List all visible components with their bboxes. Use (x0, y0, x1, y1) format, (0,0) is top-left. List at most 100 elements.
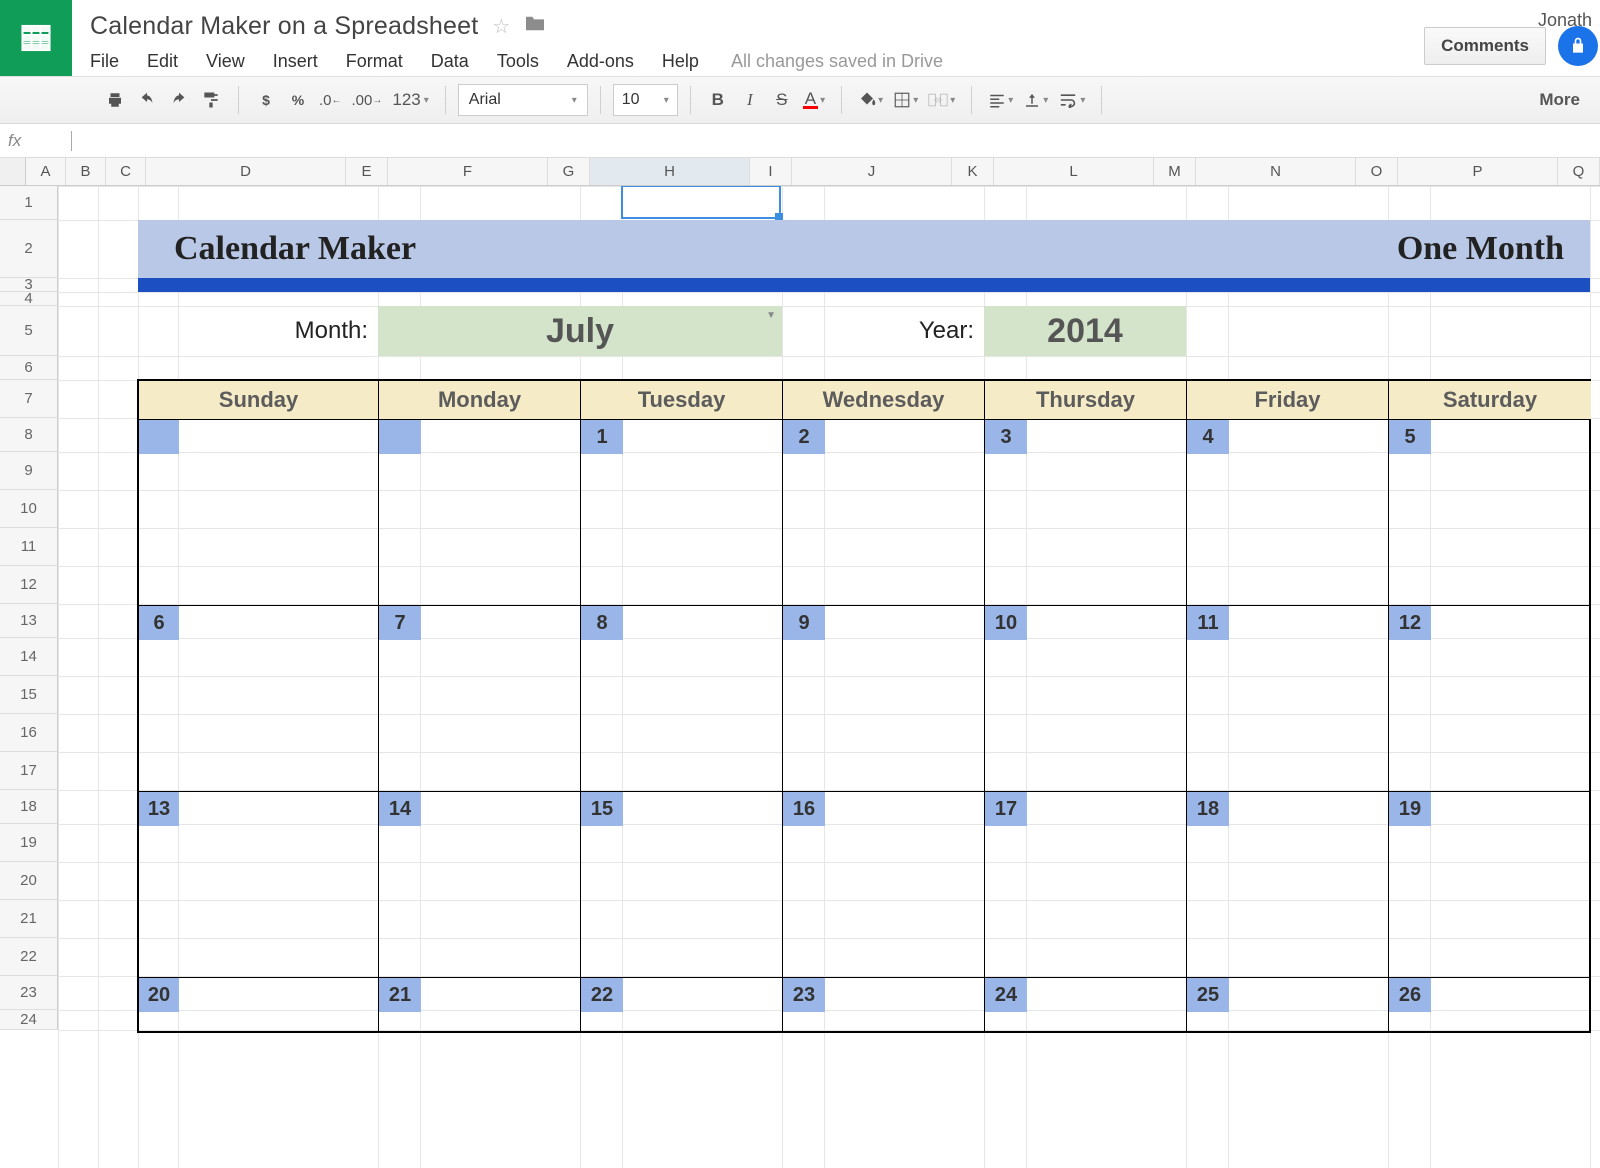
text-color-button[interactable]: A▾ (799, 84, 829, 116)
row-header-18[interactable]: 18 (0, 790, 58, 824)
year-input[interactable]: 2014 (984, 306, 1186, 356)
italic-button[interactable]: I (735, 84, 765, 116)
calendar-day[interactable]: 7 (379, 606, 581, 791)
row-header-4[interactable]: 4 (0, 292, 58, 306)
increase-decimal-button[interactable]: .00→ (348, 84, 387, 116)
col-header-P[interactable]: P (1398, 158, 1558, 185)
row-header-21[interactable]: 21 (0, 900, 58, 938)
decrease-decimal-button[interactable]: .0← (315, 84, 346, 116)
row-header-19[interactable]: 19 (0, 824, 58, 862)
currency-button[interactable]: $ (251, 84, 281, 116)
row-header-13[interactable]: 13 (0, 604, 58, 638)
row-header-1[interactable]: 1 (0, 186, 58, 220)
row-header-6[interactable]: 6 (0, 356, 58, 380)
row-header-15[interactable]: 15 (0, 676, 58, 714)
menu-file[interactable]: File (90, 46, 133, 77)
calendar-day[interactable]: 6 (139, 606, 379, 791)
menu-edit[interactable]: Edit (133, 46, 192, 77)
calendar-day[interactable]: 4 (1187, 420, 1389, 605)
menu-data[interactable]: Data (417, 46, 483, 77)
paint-format-button[interactable] (196, 84, 226, 116)
calendar-day[interactable]: 22 (581, 978, 783, 1031)
col-header-I[interactable]: I (750, 158, 792, 185)
col-header-C[interactable]: C (106, 158, 146, 185)
redo-button[interactable] (164, 84, 194, 116)
print-button[interactable] (100, 84, 130, 116)
calendar-day[interactable]: 18 (1187, 792, 1389, 977)
calendar-day[interactable]: 5 (1389, 420, 1591, 605)
document-title[interactable]: Calendar Maker on a Spreadsheet (90, 12, 478, 41)
text-wrap-button[interactable]: ▾ (1054, 84, 1089, 116)
row-header-11[interactable]: 11 (0, 528, 58, 566)
star-icon[interactable]: ☆ (492, 14, 510, 39)
calendar-day[interactable]: 13 (139, 792, 379, 977)
calendar-day[interactable]: 20 (139, 978, 379, 1031)
calendar-day[interactable]: 24 (985, 978, 1187, 1031)
comments-button[interactable]: Comments (1424, 27, 1546, 65)
calendar-day[interactable]: 2 (783, 420, 985, 605)
row-header-9[interactable]: 9 (0, 452, 58, 490)
col-header-G[interactable]: G (548, 158, 590, 185)
col-header-M[interactable]: M (1154, 158, 1196, 185)
row-header-17[interactable]: 17 (0, 752, 58, 790)
v-align-button[interactable]: ▾ (1019, 84, 1052, 116)
calendar-day[interactable] (379, 420, 581, 605)
col-header-K[interactable]: K (952, 158, 994, 185)
calendar-day[interactable] (139, 420, 379, 605)
month-selector[interactable]: July▼ (378, 306, 782, 356)
font-selector[interactable]: Arial▾ (458, 84, 588, 116)
row-header-23[interactable]: 23 (0, 976, 58, 1010)
row-header-2[interactable]: 2 (0, 220, 58, 278)
h-align-button[interactable]: ▾ (984, 84, 1017, 116)
col-header-D[interactable]: D (146, 158, 346, 185)
spreadsheet-grid[interactable]: ABCDEFGHIJKLMNOPQ Calendar MakerOne Mont… (0, 158, 1600, 1168)
undo-button[interactable] (132, 84, 162, 116)
calendar-day[interactable]: 11 (1187, 606, 1389, 791)
menu-format[interactable]: Format (332, 46, 417, 77)
col-header-L[interactable]: L (994, 158, 1154, 185)
font-size-selector[interactable]: 10▾ (613, 84, 678, 116)
folder-icon[interactable] (524, 14, 546, 38)
calendar-day[interactable]: 10 (985, 606, 1187, 791)
menu-tools[interactable]: Tools (483, 46, 553, 77)
percent-button[interactable]: % (283, 84, 313, 116)
calendar-day[interactable]: 23 (783, 978, 985, 1031)
calendar-day[interactable]: 15 (581, 792, 783, 977)
calendar-day[interactable]: 17 (985, 792, 1187, 977)
calendar-day[interactable]: 25 (1187, 978, 1389, 1031)
col-header-F[interactable]: F (388, 158, 548, 185)
col-header-H[interactable]: H (590, 158, 750, 185)
formula-bar[interactable]: fx (0, 124, 1600, 158)
share-button[interactable] (1558, 26, 1598, 66)
calendar-day[interactable]: 9 (783, 606, 985, 791)
calendar-day[interactable]: 16 (783, 792, 985, 977)
col-header-E[interactable]: E (346, 158, 388, 185)
menu-view[interactable]: View (192, 46, 259, 77)
row-header-20[interactable]: 20 (0, 862, 58, 900)
row-header-5[interactable]: 5 (0, 306, 58, 356)
borders-button[interactable]: ▾ (889, 84, 922, 116)
bold-button[interactable]: B (703, 84, 733, 116)
calendar-day[interactable]: 14 (379, 792, 581, 977)
row-header-8[interactable]: 8 (0, 418, 58, 452)
col-header-J[interactable]: J (792, 158, 952, 185)
col-header-O[interactable]: O (1356, 158, 1398, 185)
col-header-B[interactable]: B (66, 158, 106, 185)
calendar-day[interactable]: 12 (1389, 606, 1591, 791)
row-header-10[interactable]: 10 (0, 490, 58, 528)
calendar-day[interactable]: 3 (985, 420, 1187, 605)
calendar-day[interactable]: 19 (1389, 792, 1591, 977)
col-header-Q[interactable]: Q (1558, 158, 1600, 185)
calendar-day[interactable]: 8 (581, 606, 783, 791)
row-header-24[interactable]: 24 (0, 1010, 58, 1030)
sheets-logo[interactable] (0, 0, 72, 76)
row-header-7[interactable]: 7 (0, 380, 58, 418)
menu-help[interactable]: Help (648, 46, 713, 77)
row-header-14[interactable]: 14 (0, 638, 58, 676)
calendar-day[interactable]: 21 (379, 978, 581, 1031)
col-header-A[interactable]: A (26, 158, 66, 185)
more-button[interactable]: More (1539, 90, 1588, 110)
strikethrough-button[interactable]: S (767, 84, 797, 116)
col-header-N[interactable]: N (1196, 158, 1356, 185)
menu-insert[interactable]: Insert (259, 46, 332, 77)
